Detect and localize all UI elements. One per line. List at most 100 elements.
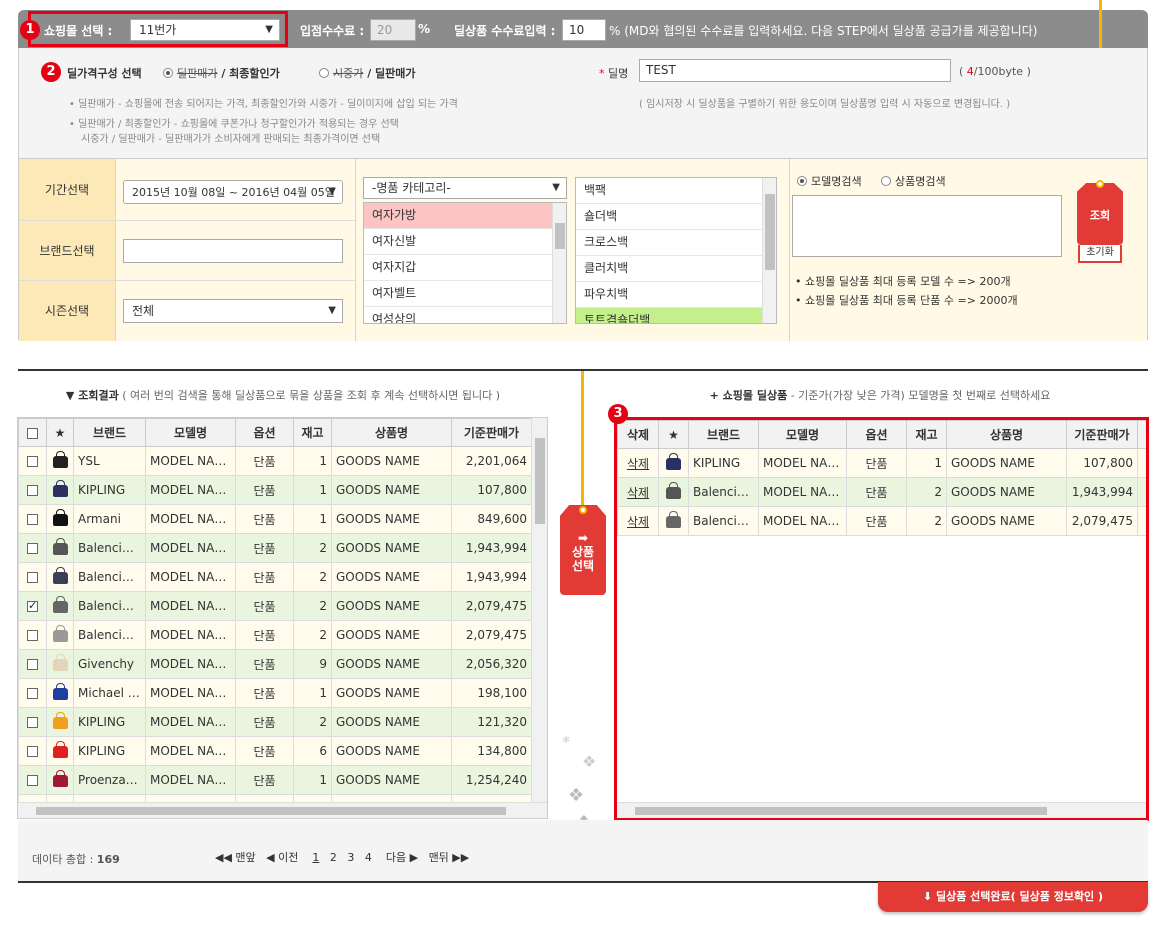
- row-checkbox[interactable]: [18, 533, 47, 563]
- radio-goods-search[interactable]: 상품명검색: [881, 173, 946, 189]
- table-row[interactable]: KIPLING MODEL NAME 단품 1 GOODS NAME 107,800: [18, 475, 532, 505]
- keyword-textarea[interactable]: [792, 195, 1062, 257]
- bag-thumbnail: [658, 448, 689, 478]
- cell-price: 1,943,994: [1066, 477, 1138, 507]
- subcategory-item[interactable]: 클러치백: [576, 256, 776, 282]
- col-stock: 재고: [906, 420, 947, 449]
- table-row[interactable]: Balencia… MODEL NAME 단품 2 GOODS NAME 1,943,99…: [18, 533, 532, 563]
- season-select[interactable]: 전체 ▼: [123, 299, 343, 323]
- table-row[interactable]: Armani MODEL NAME 단품 1 GOODS NAME 849,600: [18, 504, 532, 534]
- pager-page[interactable]: 2: [330, 851, 337, 864]
- search-button[interactable]: 조회: [1077, 183, 1123, 245]
- category-item[interactable]: 여자가방: [364, 203, 566, 229]
- category-scrollbar[interactable]: [552, 203, 566, 323]
- cell-price: 2,079,475: [1066, 506, 1138, 536]
- row-checkbox[interactable]: [18, 504, 47, 534]
- row-checkbox[interactable]: [18, 562, 47, 592]
- cell-goods: GOODS NAME: [331, 475, 452, 505]
- table-row[interactable]: Michael … MODEL NAME 단품 1 GOODS NAME 198,100: [18, 678, 532, 708]
- pager-first[interactable]: ◀◀ 맨앞: [215, 851, 256, 864]
- byte-counter: ( 4/100byte ): [959, 65, 1031, 78]
- brand-label: 브랜드선택: [19, 221, 115, 281]
- row-checkbox[interactable]: [18, 678, 47, 708]
- subcategory-scrollbar[interactable]: [762, 178, 776, 323]
- checkbox-icon: [27, 514, 38, 525]
- select-goods-button[interactable]: ➡ 상품 선택: [560, 505, 606, 595]
- results-hscrollbar[interactable]: [18, 802, 547, 818]
- bag-icon: [52, 566, 68, 584]
- gift-icon: ✱: [562, 735, 571, 746]
- row-checkbox[interactable]: [18, 707, 47, 737]
- checkbox-icon: [27, 775, 38, 786]
- bag-icon: [52, 769, 68, 787]
- row-checkbox[interactable]: [18, 649, 47, 679]
- bag-icon: [52, 537, 68, 555]
- bag-thumbnail: [46, 765, 74, 795]
- category-item[interactable]: 여자지갑: [364, 255, 566, 281]
- row-checkbox[interactable]: [18, 446, 47, 476]
- bag-icon: [52, 740, 68, 758]
- mall-select-value: 11번가: [139, 23, 177, 37]
- delete-link[interactable]: 삭제: [617, 506, 659, 536]
- table-row[interactable]: KIPLING MODEL NAME 단품 6 GOODS NAME 134,800: [18, 736, 532, 766]
- category-item[interactable]: 여자벨트: [364, 281, 566, 307]
- row-checkbox[interactable]: [18, 591, 47, 621]
- table-row[interactable]: 삭제 KIPLING MODEL NAME 단품 1 GOODS NAME 107,800: [617, 448, 1146, 478]
- table-row[interactable]: YSL MODEL NAME 단품 1 GOODS NAME 2,201,064: [18, 446, 532, 476]
- category-list[interactable]: 여자가방 여자신발 여자지갑 여자벨트 여성상의: [363, 202, 567, 324]
- complete-selection-button[interactable]: ⬇ 딜상품 선택완료( 딜상품 정보확인 ): [878, 882, 1148, 912]
- category-item[interactable]: 여성상의: [364, 307, 566, 323]
- pager-prev[interactable]: ◀ 이전: [266, 851, 298, 864]
- delete-link[interactable]: 삭제: [617, 477, 659, 507]
- row-checkbox[interactable]: [18, 765, 47, 795]
- table-row[interactable]: Givenchy MODEL NAME 단품 9 GOODS NAME 2,056,320: [18, 649, 532, 679]
- mall-select[interactable]: 11번가 ▼: [130, 19, 280, 41]
- subcategory-item[interactable]: 토트겸숄더백: [576, 308, 776, 323]
- pager-page[interactable]: 1: [312, 851, 319, 864]
- season-label: 시즌선택: [19, 281, 115, 341]
- pager-next[interactable]: 다음 ▶: [386, 851, 418, 864]
- delete-link[interactable]: 삭제: [617, 448, 659, 478]
- row-checkbox[interactable]: [18, 620, 47, 650]
- deal-hscrollbar[interactable]: [617, 802, 1146, 818]
- table-row[interactable]: Proenza… MODEL NAME 단품 1 GOODS NAME 1,254,240: [18, 765, 532, 795]
- subcategory-item[interactable]: 파우치백: [576, 282, 776, 308]
- season-value: 전체: [132, 304, 155, 318]
- cell-brand: Proenza…: [73, 765, 146, 795]
- table-row[interactable]: Balencia… MODEL NAME 단품 2 GOODS NAME 1,943,99…: [18, 562, 532, 592]
- period-select[interactable]: 2015년 10월 08일 ~ 2016년 04월 05일 ▼: [123, 180, 343, 204]
- price-option-1[interactable]: 딜판매가 / 최종할인가: [163, 65, 280, 81]
- table-row[interactable]: KIPLING MODEL NAME 단품 2 GOODS NAME 121,320: [18, 707, 532, 737]
- row-checkbox[interactable]: [18, 475, 47, 505]
- subcategory-list[interactable]: 백팩 숄더백 크로스백 클러치백 파우치백 토트겸숄더백: [575, 177, 777, 324]
- results-vscrollbar[interactable]: [531, 418, 547, 804]
- category-select[interactable]: -명품 카테고리- ▼: [363, 177, 567, 199]
- bag-icon: [666, 481, 681, 499]
- table-row[interactable]: 삭제 Balencia… MODEL NAME 단품 2 GOODS NAME 2,079,…: [617, 506, 1146, 536]
- pager-last[interactable]: 맨뒤 ▶▶: [429, 851, 470, 864]
- subcategory-item[interactable]: 크로스백: [576, 230, 776, 256]
- select-all-checkbox[interactable]: [18, 418, 47, 447]
- col-delete: 삭제: [617, 420, 659, 449]
- category-item[interactable]: 여자신발: [364, 229, 566, 255]
- cell-goods: GOODS NAME: [331, 446, 452, 476]
- row-checkbox[interactable]: [18, 736, 47, 766]
- radio-model-search[interactable]: 모델명검색: [797, 173, 862, 189]
- table-row[interactable]: Balencia…MODEL NAME단품2GOODS NAME2,079,47…: [18, 591, 532, 621]
- price-option-2[interactable]: 시중가 / 딜판매가: [319, 65, 416, 81]
- subcategory-item[interactable]: 숄더백: [576, 204, 776, 230]
- col-price: 기준판매가: [1066, 420, 1138, 449]
- subcategory-item[interactable]: 백팩: [576, 178, 776, 204]
- reset-button[interactable]: 초기화: [1078, 245, 1122, 263]
- deal-title: + 쇼핑몰 딜상품 - 기준가(가장 낮은 가격) 모델명을 첫 번째로 선택하…: [709, 389, 1051, 402]
- pager-page[interactable]: 3: [347, 851, 354, 864]
- cell-option: 단품: [235, 678, 294, 708]
- fee-input[interactable]: 20: [370, 19, 416, 41]
- table-row[interactable]: 삭제 Balencia… MODEL NAME 단품 2 GOODS NAME 1,943,…: [617, 477, 1146, 507]
- brand-input[interactable]: [123, 239, 343, 263]
- deal-fee-input[interactable]: 10: [562, 19, 606, 41]
- cell-price: 1,254,240: [451, 765, 532, 795]
- deal-name-input[interactable]: TEST: [639, 59, 951, 82]
- table-row[interactable]: Balencia…MODEL NAME단품2GOODS NAME2,079,47…: [18, 620, 532, 650]
- pager-page[interactable]: 4: [365, 851, 372, 864]
